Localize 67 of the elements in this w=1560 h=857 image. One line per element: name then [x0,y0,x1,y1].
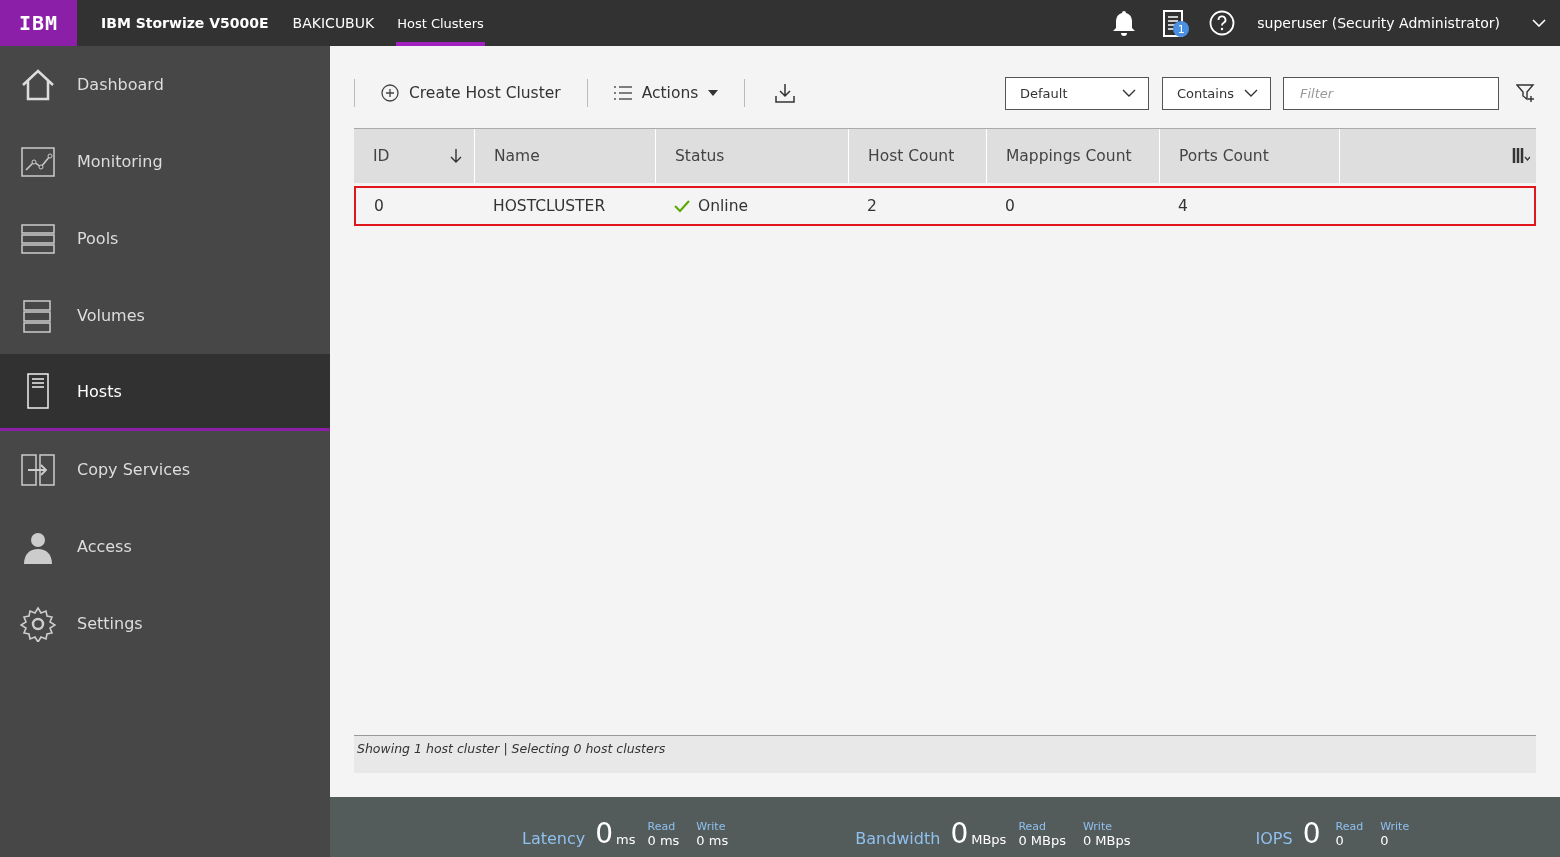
metric-value: 0 [1302,819,1321,849]
caret-icon [708,90,719,96]
metric-subvalue: 0 MBps [1082,833,1131,849]
chevron-down-icon[interactable] [1532,19,1546,27]
nav-item[interactable]: Pools [0,200,330,277]
metric-unit: ms [616,831,636,849]
metric-value: 0 [950,819,969,849]
download-icon [775,83,796,103]
status-bar-text: Showing 1 host cluster | Selecting 0 host clusters [354,735,1536,773]
nav-item[interactable]: Volumes [0,277,330,354]
column-header[interactable]: Host Count [849,129,987,183]
column-header[interactable]: Ports Count [1160,129,1340,183]
table-row[interactable]: 0 HOSTCLUSTER Online 2 0 4 [354,186,1536,226]
column-header[interactable]: Mappings Count [987,129,1160,183]
sort-down-arrow-icon [450,149,462,163]
metric-sublabel: Write [1380,821,1410,833]
metric-subvalue: 0 MBps [1018,833,1066,849]
metric-sublabel: Read [1018,821,1048,833]
metric-label: Latency [522,829,586,849]
table-cell-text: 0 [1004,197,1016,215]
table-cell-text: 0 [373,197,385,215]
gear-icon [20,605,56,642]
nav-item[interactable]: Settings [0,585,330,662]
metric-value: 0 [595,819,614,849]
metric-subvalue: 0 ms [647,833,680,849]
column-header[interactable]: ID [354,129,475,183]
nav-item[interactable]: Monitoring [0,123,330,200]
table-cell-text: HOSTCLUSTER [492,197,607,215]
bell-icon[interactable] [1111,9,1138,37]
metric-sublabel: Write [1082,821,1113,833]
copy-icon [20,451,56,488]
column-settings-icon[interactable] [1512,147,1530,165]
nav-item[interactable]: Access [0,508,330,585]
filter-input[interactable]: Filter [1283,76,1499,110]
nav-item[interactable]: Dashboard [0,46,330,123]
chevron-down-icon [1122,89,1136,97]
table-cell-text: 2 [866,197,878,215]
filter-add-icon[interactable] [1516,84,1536,102]
metric-label: IOPS [1255,829,1293,849]
filter-match-dropdown[interactable]: Contains [1162,76,1271,110]
user-menu[interactable]: superuser (Security Administrator) [1257,15,1500,31]
filter-scope-dropdown[interactable]: Default [1005,76,1149,110]
notification-badge: 1 [1173,21,1190,37]
metric-sublabel: Read [647,821,677,833]
metric-subvalue: 0 [1380,833,1390,849]
nav-item[interactable]: Copy Services [0,431,330,508]
product-name: IBM Storwize V5000E [101,15,269,31]
create-host-cluster-button[interactable]: Create Host Cluster [355,84,587,102]
actions-menu-button[interactable]: Actions [587,84,745,102]
clipboard-icon[interactable] [1161,8,1186,38]
plus-circle-icon [381,84,399,102]
metric-subvalue: 0 ms [696,833,729,849]
ibm-logo[interactable]: IBM [0,0,77,46]
metric-unit: MBps [971,831,1007,849]
metric-sublabel: Write [696,821,727,833]
column-header[interactable]: Status [656,129,849,183]
metric-sublabel: Read [1335,821,1364,833]
status-cell: Online [656,197,849,215]
nav-item[interactable]: Hosts [0,354,330,431]
column-header[interactable]: Name [475,129,656,183]
help-icon[interactable] [1209,10,1236,36]
metric-subvalue: 0 [1335,833,1345,849]
metric-label: Bandwidth [855,829,941,849]
chevron-down-icon [1244,89,1258,97]
table-cell-text: 4 [1177,197,1189,215]
list-icon [613,86,632,100]
system-name[interactable]: BAKICUBUK [292,15,375,31]
